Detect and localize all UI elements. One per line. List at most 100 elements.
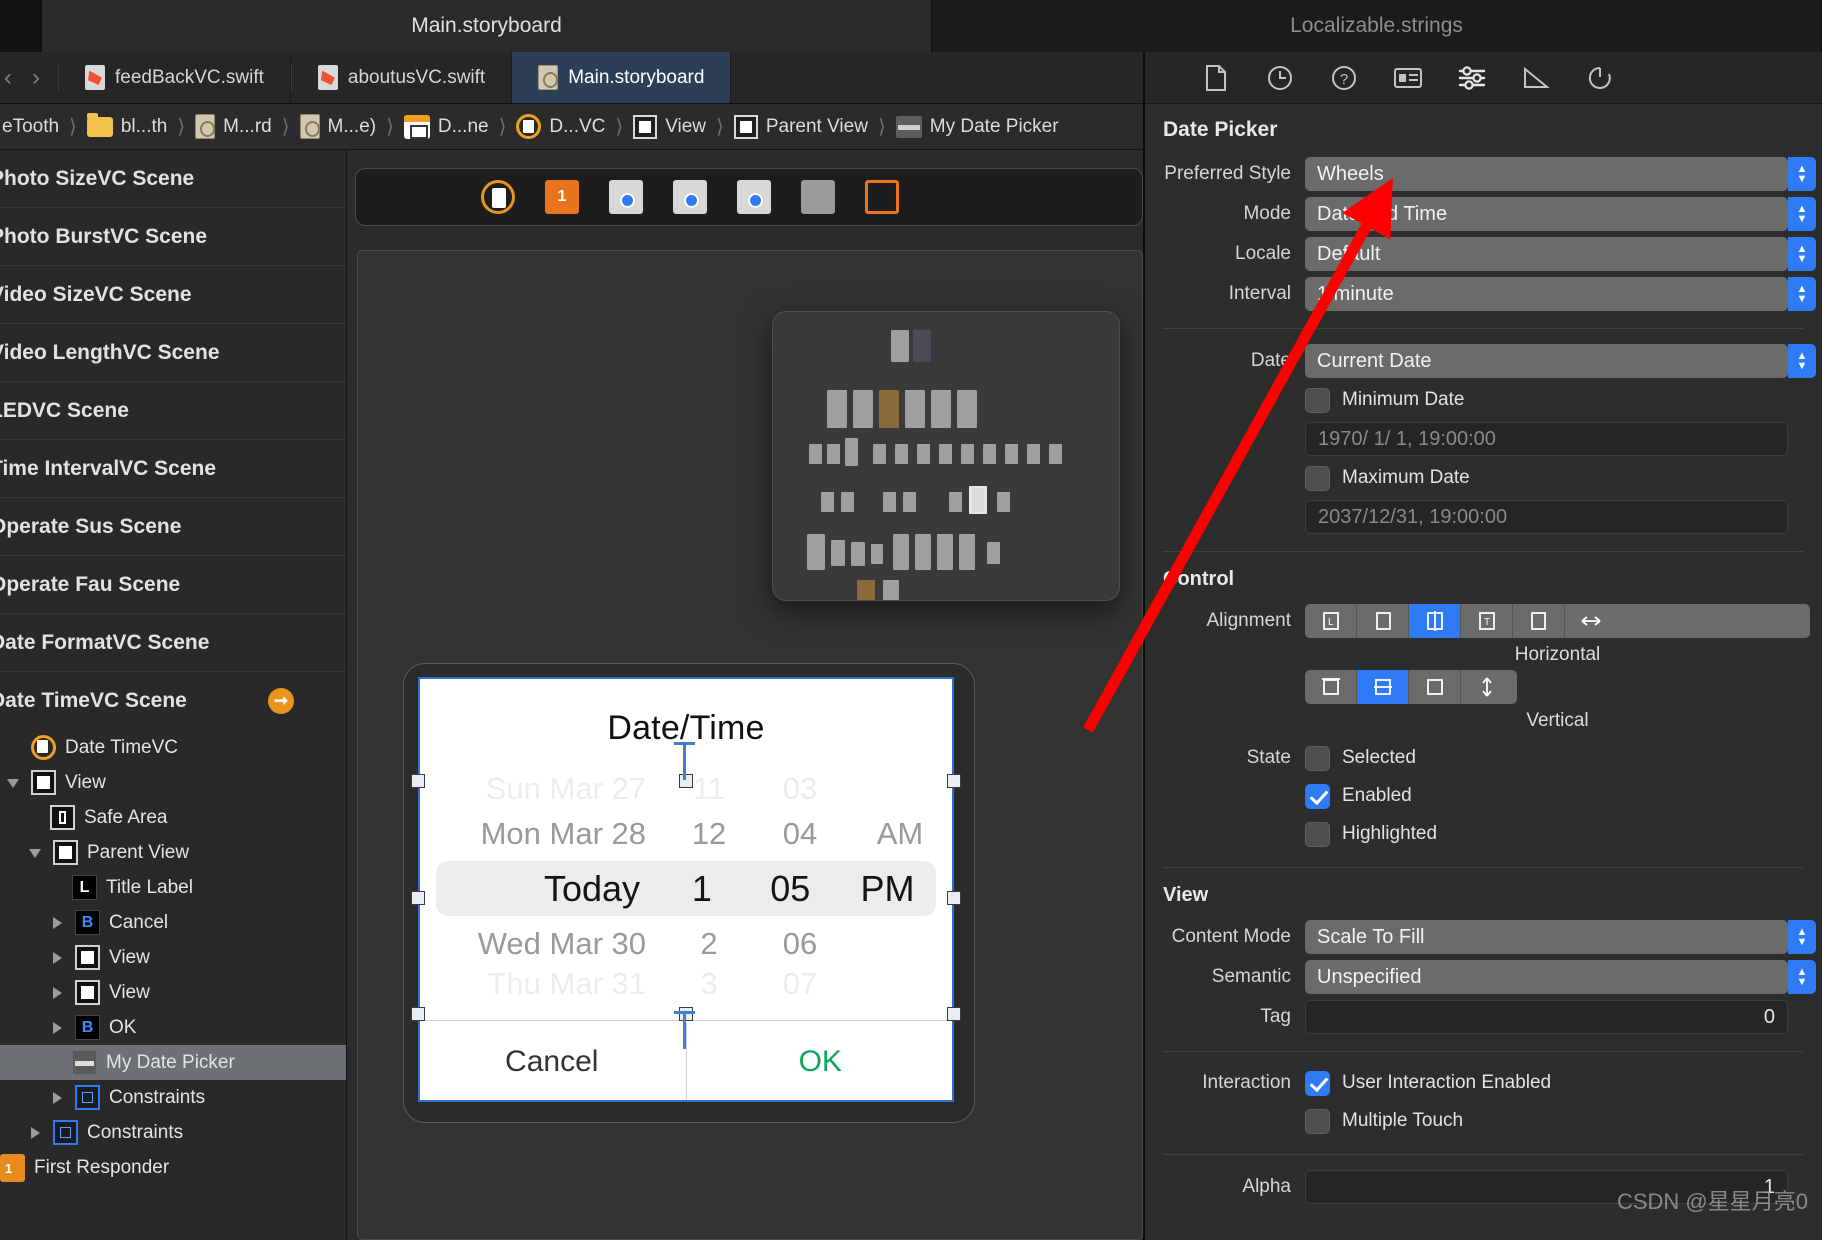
resize-handle-top-center[interactable] [679,774,693,788]
device-icon[interactable] [481,180,515,214]
size-inspector-icon[interactable] [1521,63,1551,93]
forward-arrow-icon[interactable]: › [32,64,40,92]
scene-row[interactable]: Operate Fau Scene [0,556,346,614]
align-right-icon[interactable] [1513,604,1565,638]
scene-jump-arrow-icon[interactable]: ➞ [268,688,294,714]
chevron-updown-icon[interactable]: ▲ ▼ [1788,344,1816,378]
scene-row-date-timevc[interactable]: Date TimeVC Scene ➞ [0,672,346,730]
tag-field[interactable]: 0 [1305,1000,1788,1034]
align-fill-vertical-icon[interactable] [1461,670,1513,704]
user-interaction-enabled-checkbox[interactable] [1305,1070,1330,1096]
disclosure-triangle-right-icon[interactable] [50,915,66,931]
help-inspector-icon[interactable]: ? [1329,63,1359,93]
connections-inspector-icon[interactable] [1585,63,1615,93]
locale-popup[interactable]: Default ▲ ▼ [1305,237,1816,271]
content-mode-popup[interactable]: Scale To Fill ▲ ▼ [1305,920,1816,954]
scene-row[interactable]: Video LengthVC Scene [0,324,346,382]
align-center-icon[interactable] [1409,604,1461,638]
outline-item-title-label[interactable]: L Title Label [0,870,346,905]
minimum-date-checkbox[interactable] [1305,387,1330,413]
chevron-updown-icon[interactable]: ▲ ▼ [1788,960,1816,994]
wheel-row[interactable]: Wed Mar 30 2 06 [418,916,954,971]
exit-icon[interactable] [865,180,899,214]
attributes-inspector[interactable]: ? Date Picker Preferred Style Wheels ▲▼ [1143,52,1822,1240]
file-tab-aboutusvc[interactable]: aboutusVC.swift [292,52,513,103]
semantic-popup[interactable]: Unspecified ▲ ▼ [1305,960,1816,994]
resize-handle-right-top[interactable] [947,774,961,788]
wheel-row[interactable]: Thu Mar 31 3 07 [418,971,954,997]
resize-handle-left-mid[interactable] [411,891,425,905]
window-tab-main-storyboard[interactable]: Main.storyboard [42,0,932,52]
scene-row[interactable]: Time IntervalVC Scene [0,440,346,498]
outline-item-cancel[interactable]: B Cancel [0,905,346,940]
highlighted-checkbox[interactable] [1305,821,1330,847]
align-middle-icon[interactable] [1357,670,1409,704]
history-inspector-icon[interactable] [1265,63,1295,93]
breadcrumb-item-view-controller[interactable]: D...VC [514,114,607,139]
align-fill-icon[interactable] [1565,604,1617,638]
align-left-icon[interactable]: L [1305,604,1357,638]
resize-handle-left-bottom[interactable] [411,1007,425,1021]
outline-item-safe-area[interactable]: Safe Area [0,800,346,835]
outline-item-constraints-inner[interactable]: Constraints [0,1080,346,1115]
outline-item-ok[interactable]: B OK [0,1010,346,1045]
resize-handle-right-bottom[interactable] [947,1007,961,1021]
multiple-touch-checkbox[interactable] [1305,1108,1330,1134]
disclosure-triangle-right-icon[interactable] [50,985,66,1001]
scene-row[interactable]: Video SizeVC Scene [0,266,346,324]
ok-button[interactable]: OK [687,1021,955,1102]
maximum-date-field[interactable]: 2037/12/31, 19:00:00 [1305,500,1788,534]
wheel-row-selected[interactable]: Today 1 05 PM [436,861,936,916]
breadcrumb-item-folder[interactable]: bl...th [85,112,169,138]
align-trailing-icon[interactable]: T [1461,604,1513,638]
file-tab-main-storyboard[interactable]: Main.storyboard [512,52,732,103]
scene-row[interactable]: LEDVC Scene [0,382,346,440]
chevron-updown-icon[interactable]: ▲ ▼ [1788,157,1816,191]
interface-builder-canvas[interactable]: 1 Date/Time Sun Mar 27 11 03 Mon Mar 28 … [347,150,1143,1240]
disclosure-triangle-right-icon[interactable] [50,1020,66,1036]
chevron-updown-icon[interactable]: ▲ ▼ [1788,277,1816,311]
chevron-updown-icon[interactable]: ▲ ▼ [1788,920,1816,954]
wheel-row[interactable]: Mon Mar 28 12 04 AM [418,806,954,861]
preferred-style-popup[interactable]: Wheels ▲ ▼ [1305,157,1816,191]
outline-item-date-timevc[interactable]: Date TimeVC [0,730,346,765]
outline-item-my-date-picker[interactable]: My Date Picker [0,1045,346,1080]
view-controller-icon[interactable] [673,180,707,214]
disclosure-triangle-right-icon[interactable] [50,1090,66,1106]
enabled-checkbox[interactable] [1305,783,1330,809]
outline-item-constraints-outer[interactable]: Constraints [0,1115,346,1150]
disclosure-triangle-down-icon[interactable] [28,845,44,861]
horizontal-alignment-segments[interactable]: L T [1305,604,1810,638]
align-top-icon[interactable] [1305,670,1357,704]
resize-handle-bottom-center[interactable] [679,1007,693,1021]
cancel-button[interactable]: Cancel [418,1021,686,1102]
outline-item-first-responder[interactable]: First Responder [0,1150,346,1185]
breadcrumb-item-view[interactable]: View [631,114,708,139]
date-popup[interactable]: Current Date ▲ ▼ [1305,344,1816,378]
back-arrow-icon[interactable]: ‹ [4,64,12,92]
file-inspector-icon[interactable] [1201,63,1231,93]
chevron-updown-icon[interactable]: ▲ ▼ [1788,237,1816,271]
outline-item-view[interactable]: View [0,765,346,800]
resize-handle-left-top[interactable] [411,774,425,788]
maximum-date-checkbox[interactable] [1305,465,1330,491]
align-bottom-icon[interactable] [1409,670,1461,704]
scene-row[interactable]: Photo SizeVC Scene [0,150,346,208]
breadcrumb-item-parent-view[interactable]: Parent View [732,114,870,139]
chevron-updown-icon[interactable]: ▲ ▼ [1788,197,1816,231]
breadcrumb-item-project[interactable]: eTooth [0,116,61,138]
selected-checkbox[interactable] [1305,745,1330,771]
interval-popup[interactable]: 1 minute ▲ ▼ [1305,277,1816,311]
breadcrumb-item-storyboard[interactable]: M...rd [193,114,274,139]
segue-icon[interactable] [801,180,835,214]
outline-item-parent-view[interactable]: Parent View [0,835,346,870]
attributes-inspector-icon[interactable] [1457,63,1487,93]
storyboard-overview-panel[interactable] [772,311,1120,601]
disclosure-triangle-right-icon[interactable] [28,1125,44,1141]
cube-icon[interactable]: 1 [545,180,579,214]
breadcrumb-item-storyboard-base[interactable]: M...e) [298,114,379,139]
outline-item-view-child-2[interactable]: View [0,975,346,1010]
view-controller-icon[interactable] [737,180,771,214]
date-picker-wheels[interactable]: Sun Mar 27 11 03 Mon Mar 28 12 04 AM Tod… [418,772,954,997]
document-outline-navigator[interactable]: Photo SizeVC Scene Photo BurstVC Scene V… [0,150,347,1240]
